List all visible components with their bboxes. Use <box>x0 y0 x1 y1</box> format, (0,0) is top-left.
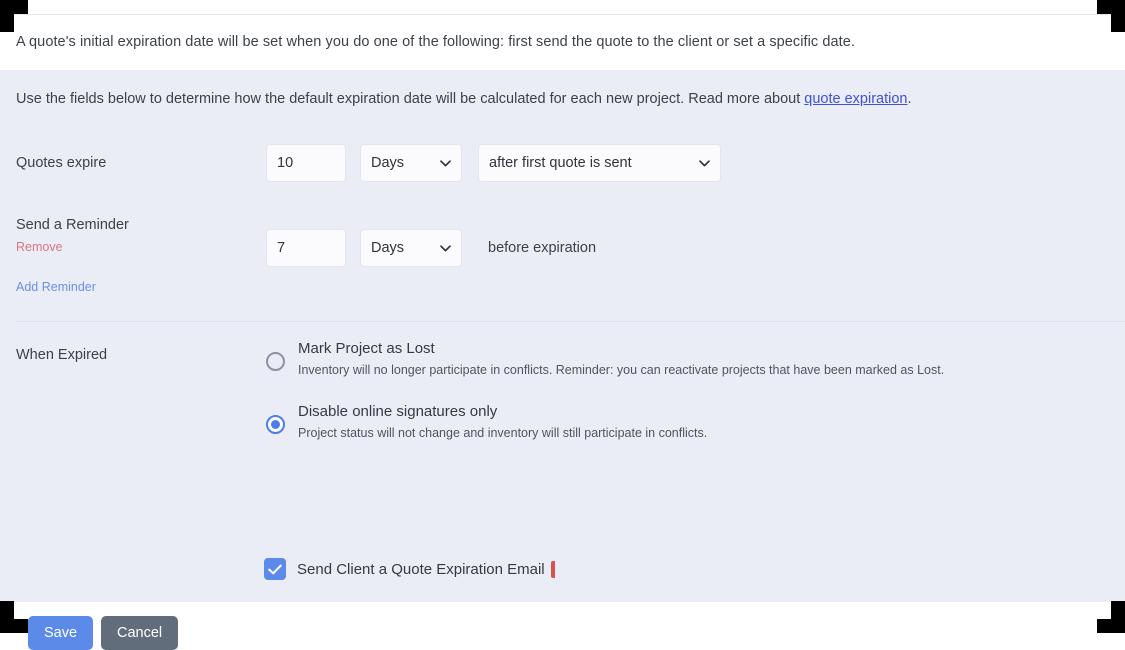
crop-marker-top-left <box>0 0 14 32</box>
crop-marker-bottom-left <box>0 601 14 633</box>
section-divider <box>16 321 1125 322</box>
chevron-down-icon <box>699 160 710 167</box>
chevron-down-icon <box>440 160 451 167</box>
quote-expiration-panel: Use the fields below to determine how th… <box>0 70 1125 602</box>
reminder-unit-select[interactable]: Days <box>360 229 462 267</box>
send-client-quote-expiration-email-checkbox-row[interactable]: Send Client a Quote Expiration Email <box>264 558 555 580</box>
send-reminder-label: Send a Reminder <box>16 217 129 233</box>
remove-reminder-link[interactable]: Remove <box>16 240 63 254</box>
crop-marker-bottom-right <box>1111 601 1125 633</box>
intro-text: Use the fields below to determine how th… <box>16 91 912 107</box>
settings-screen: A quote's initial expiration date will b… <box>0 0 1125 633</box>
save-button[interactable]: Save <box>28 616 93 650</box>
reminder-suffix-text: before expiration <box>488 229 596 267</box>
when-expired-label: When Expired <box>16 347 107 363</box>
notice-band: A quote's initial expiration date will b… <box>14 14 1111 70</box>
checkbox-checked-icon[interactable] <box>264 558 286 580</box>
crop-marker-top-right <box>1111 0 1125 32</box>
quotes-expire-amount-input[interactable] <box>266 144 346 182</box>
radio-option-title: Mark Project as Lost <box>298 340 435 357</box>
checkbox-label: Send Client a Quote Expiration Email <box>297 561 545 578</box>
quotes-expire-label: Quotes expire <box>16 155 106 171</box>
notice-text: A quote's initial expiration date will b… <box>16 34 855 50</box>
reminder-amount-input[interactable] <box>266 229 346 267</box>
quotes-expire-trigger-select[interactable]: after first quote is sent <box>478 144 721 182</box>
radio-option-description: Inventory will no longer participate in … <box>298 363 944 377</box>
intro-suffix: . <box>907 91 911 107</box>
clipped-info-icon <box>551 561 555 578</box>
radio-option-description: Project status will not change and inven… <box>298 426 707 440</box>
quotes-expire-unit-value: Days <box>371 155 430 171</box>
radio-option-title: Disable online signatures only <box>298 403 497 420</box>
radio-checked-icon[interactable] <box>266 415 285 434</box>
quotes-expire-unit-select[interactable]: Days <box>360 144 462 182</box>
quotes-expire-trigger-value: after first quote is sent <box>489 155 689 171</box>
reminder-unit-value: Days <box>371 240 430 256</box>
add-reminder-link[interactable]: Add Reminder <box>16 280 96 294</box>
cancel-button[interactable]: Cancel <box>101 616 178 650</box>
quote-expiration-link[interactable]: quote expiration <box>804 91 907 107</box>
chevron-down-icon <box>440 245 451 252</box>
intro-prefix: Use the fields below to determine how th… <box>16 91 804 107</box>
radio-unchecked-icon[interactable] <box>266 352 285 371</box>
